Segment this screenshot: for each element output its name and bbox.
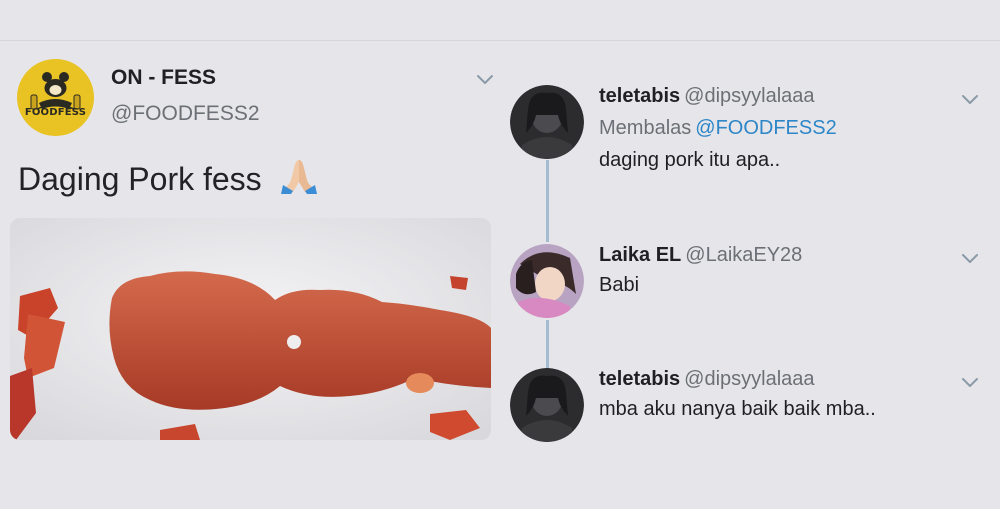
avatar[interactable] [510,244,584,318]
avatar-logo-text: FOODFESS [24,107,87,118]
reply-tweet[interactable]: teletabis @dipsyylalaaa Membalas @FOODFESS… [510,85,1000,171]
reply-header: Laika EL @LaikaEY28 [599,244,802,267]
folded-hands-icon [280,160,317,194]
avatar[interactable]: FOODFESS [17,59,94,136]
reply-header: teletabis @dipsyylalaaa [599,85,815,108]
avatar[interactable] [510,368,584,442]
avatar[interactable] [510,85,584,159]
user-avatar-image [510,85,584,159]
user-avatar-image [510,368,584,442]
display-name[interactable]: teletabis [599,85,680,107]
reply-tweet[interactable]: teletabis @dipsyylalaaa mba aku nanya bai… [510,368,1000,448]
original-tweet[interactable]: FOODFESS ON - FESS @FOODFESS2 Daging Por… [0,0,505,509]
chevron-down-icon[interactable] [476,72,494,86]
display-name[interactable]: ON - FESS [111,66,216,90]
fried-meat-photo [10,218,491,440]
replying-label: Membalas [599,117,692,139]
display-name[interactable]: Laika EL [599,244,681,266]
user-handle[interactable]: @dipsyylalaaa [684,85,814,107]
thread-connector-2 [546,320,549,370]
mention-link[interactable]: @FOODFESS2 [695,117,836,139]
replying-to: Membalas @FOODFESS2 [599,117,837,140]
foodfess-logo-icon [30,72,81,110]
reply-text: mba aku nanya baik baik mba.. [599,398,876,420]
user-handle[interactable]: @LaikaEY28 [685,244,802,266]
reply-header: teletabis @dipsyylalaaa [599,368,815,391]
thread-connector-1 [546,160,549,242]
user-handle[interactable]: @dipsyylalaaa [684,368,814,390]
chevron-down-icon[interactable] [961,376,979,388]
display-name[interactable]: teletabis [599,368,680,390]
user-handle[interactable]: @FOODFESS2 [111,102,260,126]
user-avatar-image [510,244,584,318]
reply-tweet[interactable]: Laika EL @LaikaEY28 Babi [510,244,1000,324]
tweet-image[interactable] [10,218,491,440]
tweet-text: Daging Pork fess [18,158,319,198]
chevron-down-icon[interactable] [961,252,979,264]
chevron-down-icon[interactable] [961,93,979,105]
reply-text: Babi [599,274,640,296]
tweet-text-content: Daging Pork fess [18,161,262,197]
reply-text: daging pork itu apa.. [599,149,781,171]
